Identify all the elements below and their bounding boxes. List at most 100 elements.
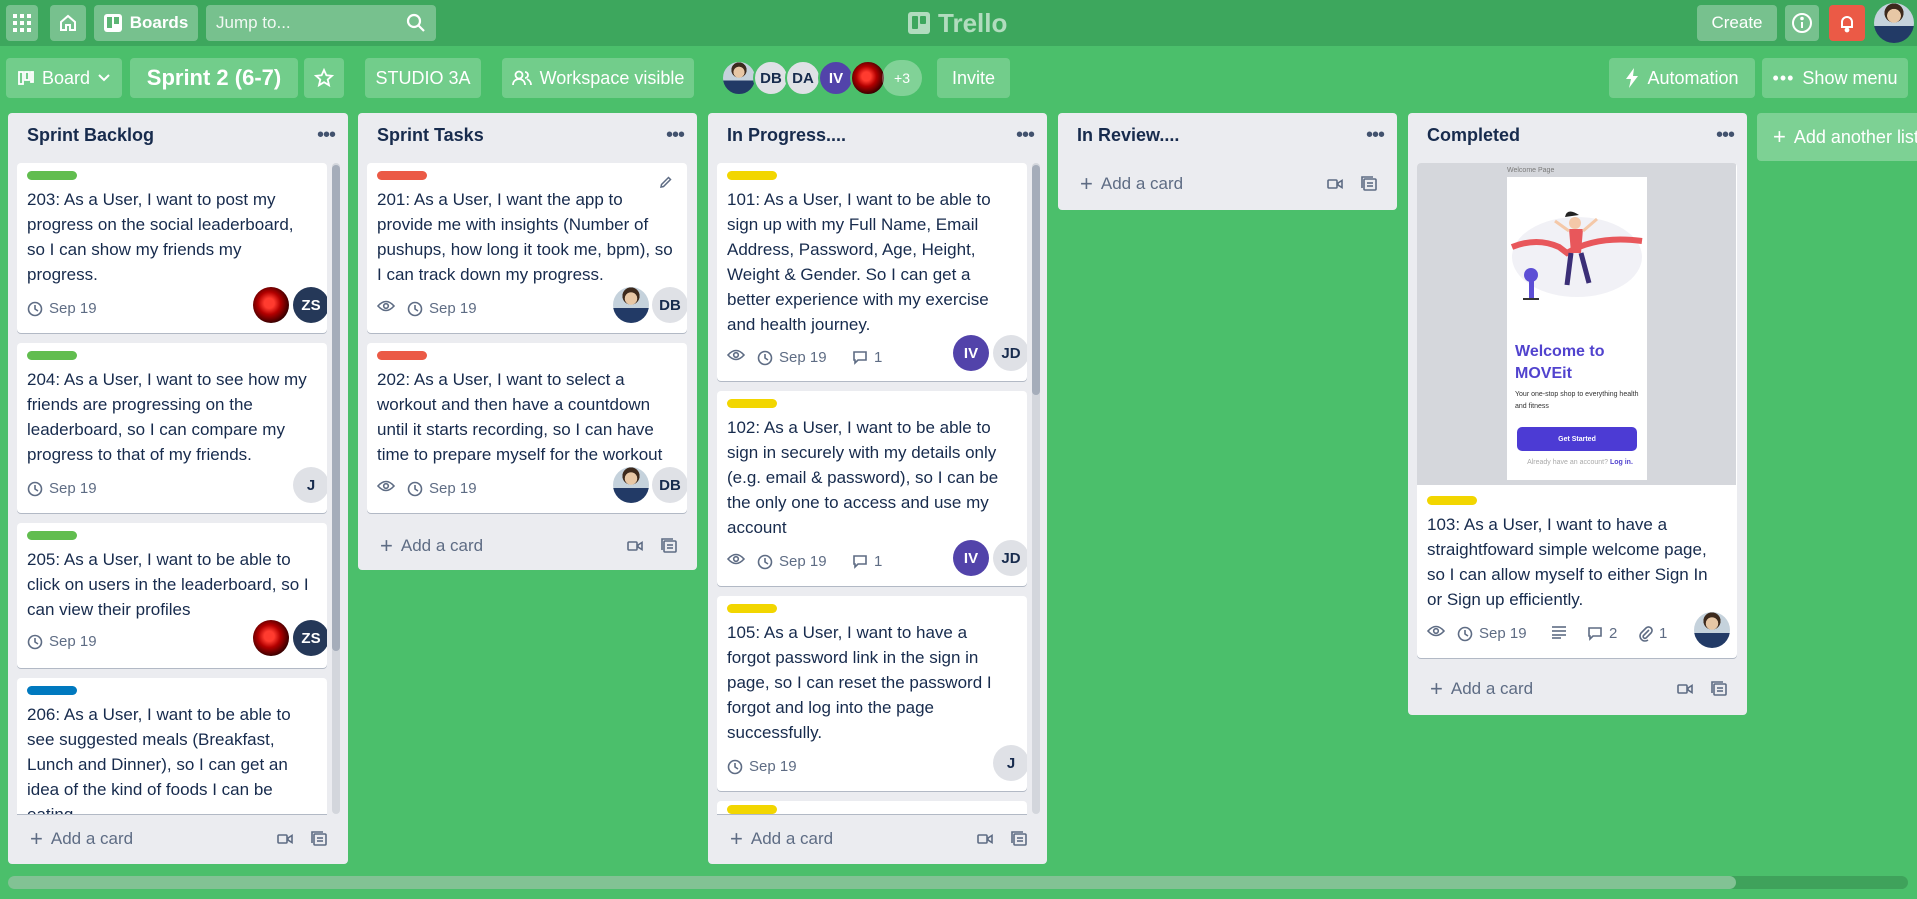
card-member-avatar-db[interactable]: DB (652, 467, 687, 503)
card-member-avatar-j[interactable]: J (993, 745, 1027, 781)
list-menu-button[interactable]: ••• (1361, 121, 1389, 149)
record-video-button[interactable] (624, 535, 646, 557)
card-label[interactable] (727, 171, 777, 180)
card-member-avatar[interactable] (253, 620, 289, 656)
user-avatar[interactable] (1874, 3, 1914, 43)
notifications-button[interactable] (1829, 5, 1865, 41)
create-from-template-button[interactable] (658, 535, 680, 557)
workspace-button[interactable]: STUDIO 3A (365, 58, 481, 98)
record-video-button[interactable] (1324, 173, 1346, 195)
list-title[interactable]: In Progress.... (727, 125, 846, 146)
board-view-switcher[interactable]: Board (6, 58, 122, 98)
due-date-badge[interactable]: Sep 19 (1457, 625, 1527, 642)
member-avatar-red[interactable] (850, 60, 886, 96)
record-video-button[interactable] (974, 828, 996, 850)
card-label[interactable] (27, 171, 77, 180)
card-101[interactable]: 101: As a User, I want to be able to sig… (717, 163, 1027, 381)
list-scrollbar-thumb[interactable] (332, 165, 340, 651)
card-member-avatar[interactable] (1694, 612, 1730, 648)
card-label[interactable] (27, 531, 77, 540)
record-video-button[interactable] (1674, 678, 1696, 700)
card-201[interactable]: 201: As a User, I want the app to provid… (367, 163, 687, 333)
card-202[interactable]: 202: As a User, I want to select a worko… (367, 343, 687, 513)
list-menu-button[interactable]: ••• (1011, 121, 1039, 149)
app-switcher-button[interactable] (6, 5, 38, 41)
create-from-template-button[interactable] (1708, 678, 1730, 700)
card-label[interactable] (727, 604, 777, 613)
due-date-badge[interactable]: Sep 19 (727, 758, 797, 775)
due-date-badge[interactable]: Sep 19 (757, 553, 827, 570)
board-title[interactable]: Sprint 2 (6-7) (130, 58, 298, 98)
boards-button[interactable]: Boards (94, 5, 198, 41)
plus-icon: + (1430, 676, 1443, 701)
card-label[interactable] (27, 686, 77, 695)
card-label[interactable] (377, 351, 427, 360)
card-102[interactable]: 102: As a User, I want to be able to sig… (717, 391, 1027, 586)
add-another-list-button[interactable]: + Add another list (1757, 113, 1917, 161)
list-title[interactable]: Completed (1427, 125, 1520, 146)
card-206[interactable]: 206: As a User, I want to be able to see… (17, 678, 327, 814)
add-card-button[interactable]: + Add a card (1080, 171, 1183, 197)
invite-button[interactable]: Invite (937, 58, 1010, 98)
card-label[interactable] (27, 351, 77, 360)
add-card-button[interactable]: + Add a card (380, 533, 483, 559)
info-button[interactable] (1785, 5, 1819, 41)
card-member-avatar-zs[interactable]: ZS (293, 287, 327, 323)
list-menu-button[interactable]: ••• (661, 121, 689, 149)
trello-logo[interactable]: Trello (908, 8, 1007, 38)
member-avatar-da[interactable]: DA (785, 60, 821, 96)
visibility-button[interactable]: Workspace visible (502, 58, 694, 98)
due-date-badge[interactable]: Sep 19 (407, 480, 477, 497)
list-title[interactable]: Sprint Tasks (377, 125, 484, 146)
card-member-avatar[interactable] (613, 287, 649, 323)
card-member-avatar[interactable] (613, 467, 649, 503)
member-avatar-admin[interactable] (721, 60, 757, 96)
due-date-badge[interactable]: Sep 19 (27, 480, 97, 497)
card-partial[interactable] (717, 801, 1027, 814)
search-input[interactable]: Jump to... (206, 5, 436, 41)
card-member-avatar-iv[interactable]: IV (953, 335, 989, 371)
record-video-button[interactable] (274, 828, 296, 850)
card-204[interactable]: 204: As a User, I want to see how my fri… (17, 343, 327, 513)
create-button[interactable]: Create (1697, 5, 1777, 41)
add-card-button[interactable]: + Add a card (1430, 676, 1533, 702)
create-from-template-button[interactable] (308, 828, 330, 850)
card-label[interactable] (727, 399, 777, 408)
card-label[interactable] (1427, 496, 1477, 505)
list-title[interactable]: In Review.... (1077, 125, 1179, 146)
card-103[interactable]: Welcome Page Welcome to MOVEit Your one-… (1417, 163, 1737, 658)
add-card-button[interactable]: + Add a card (30, 826, 133, 852)
card-label[interactable] (377, 171, 427, 180)
list-menu-button[interactable]: ••• (312, 121, 340, 149)
card-205[interactable]: 205: As a User, I want to be able to cli… (17, 523, 327, 668)
due-date-badge[interactable]: Sep 19 (27, 633, 97, 650)
show-menu-button[interactable]: ••• Show menu (1762, 58, 1908, 98)
card-member-avatar-iv[interactable]: IV (953, 540, 989, 576)
template-icon (1361, 176, 1377, 191)
card-label[interactable] (727, 805, 777, 814)
due-date-badge[interactable]: Sep 19 (27, 300, 97, 317)
star-board-button[interactable] (304, 58, 344, 98)
card-member-avatar-jd[interactable]: JD (993, 540, 1027, 576)
member-avatar-iv[interactable]: IV (818, 60, 854, 96)
list-scrollbar-thumb[interactable] (1032, 165, 1040, 395)
card-203[interactable]: 203: As a User, I want to post my progre… (17, 163, 327, 333)
card-member-avatar-j[interactable]: J (293, 467, 327, 503)
more-members-badge[interactable]: +3 (882, 60, 922, 96)
card-member-avatar-zs[interactable]: ZS (293, 620, 327, 656)
card-105[interactable]: 105: As a User, I want to have a forgot … (717, 596, 1027, 791)
board-horizontal-scrollbar-thumb[interactable] (8, 876, 1736, 889)
create-from-template-button[interactable] (1358, 173, 1380, 195)
card-member-avatar-db[interactable]: DB (652, 287, 687, 323)
home-button[interactable] (50, 5, 86, 41)
create-from-template-button[interactable] (1008, 828, 1030, 850)
list-title[interactable]: Sprint Backlog (27, 125, 154, 146)
member-avatar-db[interactable]: DB (753, 60, 789, 96)
due-date-badge[interactable]: Sep 19 (757, 349, 827, 366)
list-menu-button[interactable]: ••• (1711, 121, 1739, 149)
automation-button[interactable]: Automation (1609, 58, 1755, 98)
card-member-avatar[interactable] (253, 287, 289, 323)
add-card-button[interactable]: + Add a card (730, 826, 833, 852)
due-date-badge[interactable]: Sep 19 (407, 300, 477, 317)
card-member-avatar-jd[interactable]: JD (993, 335, 1027, 371)
